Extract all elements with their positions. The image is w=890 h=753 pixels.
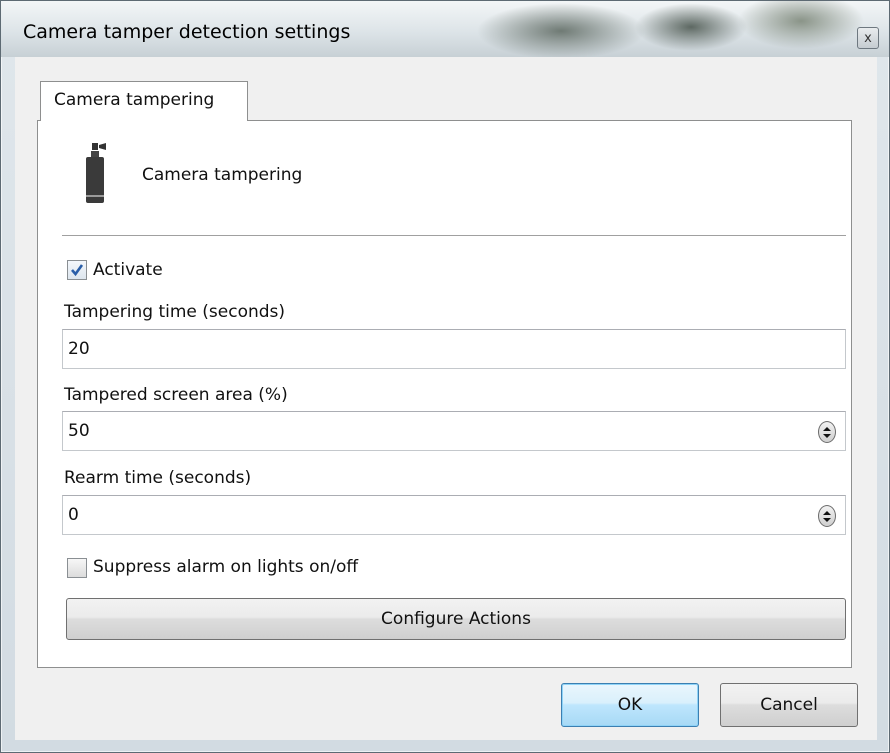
tab-camera-tampering[interactable]: Camera tampering — [40, 81, 248, 121]
activate-checkbox[interactable] — [67, 260, 87, 280]
tampering-time-value: 20 — [68, 339, 90, 359]
spin-up-icon — [823, 510, 831, 515]
tab-label: Camera tampering — [54, 90, 215, 110]
checkmark-icon — [71, 264, 84, 277]
separator — [62, 235, 846, 236]
close-icon: x — [864, 30, 872, 46]
ok-label: OK — [617, 695, 643, 715]
configure-actions-label: Configure Actions — [381, 609, 531, 629]
spin-up-icon — [823, 426, 831, 431]
tab-panel: Camera tampering Activate Tampering time… — [37, 120, 852, 668]
screen-area-value: 50 — [68, 421, 90, 441]
screen-area-input[interactable]: 50 — [62, 411, 846, 451]
suppress-alarm-checkbox[interactable] — [67, 558, 87, 578]
spin-down-icon — [823, 517, 831, 522]
activate-label: Activate — [93, 260, 163, 280]
window-title: Camera tamper detection settings — [23, 21, 351, 43]
dialog-client-area: Camera tampering Camera tampering Activa… — [15, 57, 877, 740]
spray-can-icon — [86, 143, 106, 203]
section-header-label: Camera tampering — [142, 165, 303, 185]
screen-area-spinner[interactable] — [818, 421, 836, 443]
configure-actions-button[interactable]: Configure Actions — [66, 598, 846, 640]
title-bar[interactable]: Camera tamper detection settings x — [1, 1, 889, 57]
rearm-time-value: 0 — [68, 505, 79, 525]
cancel-button[interactable]: Cancel — [720, 683, 858, 727]
rearm-time-input[interactable]: 0 — [62, 495, 846, 535]
screen-area-label: Tampered screen area (%) — [64, 385, 288, 405]
rearm-time-spinner[interactable] — [818, 505, 836, 527]
dialog-window: Camera tamper detection settings x Camer… — [0, 0, 890, 753]
tampering-time-label: Tampering time (seconds) — [64, 302, 286, 322]
cancel-label: Cancel — [760, 695, 818, 715]
rearm-time-label: Rearm time (seconds) — [64, 468, 252, 488]
spin-down-icon — [823, 433, 831, 438]
ok-button[interactable]: OK — [561, 683, 699, 727]
close-button[interactable]: x — [857, 27, 879, 49]
tampering-time-input[interactable]: 20 — [62, 329, 846, 369]
suppress-alarm-label: Suppress alarm on lights on/off — [93, 557, 359, 577]
